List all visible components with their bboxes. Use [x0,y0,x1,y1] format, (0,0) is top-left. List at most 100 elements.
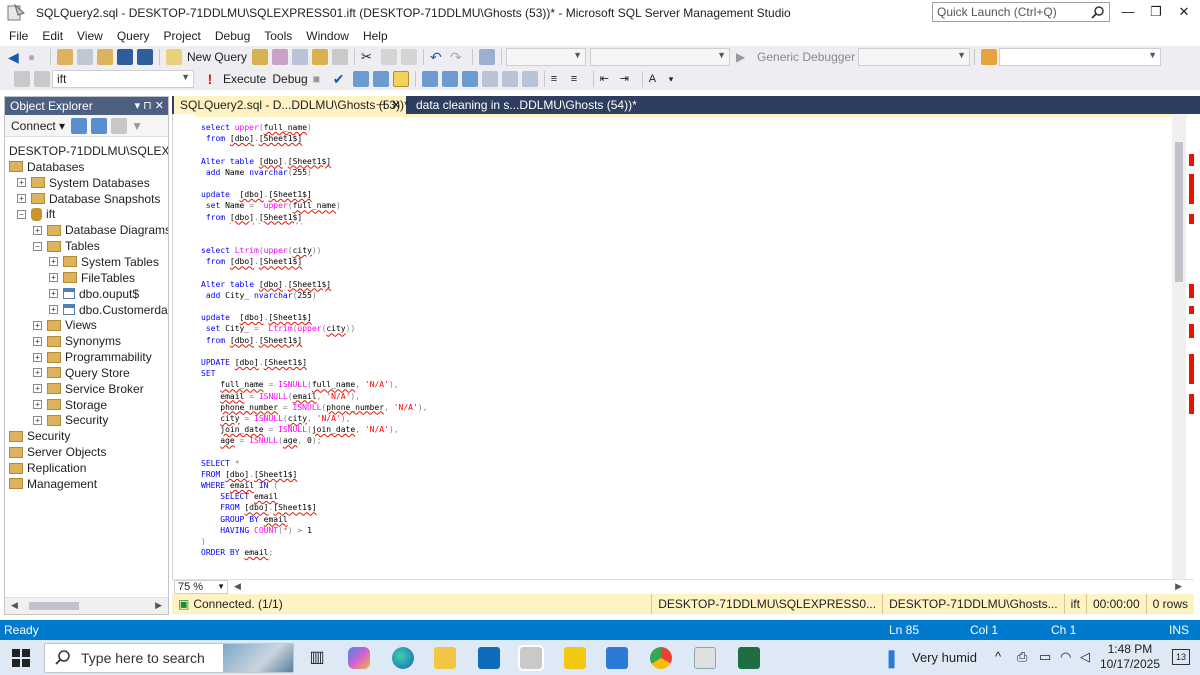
tree-node[interactable]: + Synonyms [33,333,121,349]
play-icon[interactable]: ▶ [736,49,752,65]
code-line[interactable] [201,234,427,245]
tree-node[interactable]: Management [9,476,97,492]
display-plan-icon[interactable] [352,71,369,87]
chevron-up-icon[interactable]: ^ [995,649,1001,664]
tree-node[interactable]: + Security [33,412,108,428]
menu-file[interactable]: File [4,26,37,46]
collapse-icon[interactable]: − [33,241,42,251]
stop-icon[interactable] [111,117,128,134]
scrollbar-thumb[interactable] [29,602,79,610]
code-line[interactable]: add City_ nvarchar(255) add City_ nvarch… [201,290,427,301]
code-line[interactable]: from [dbo].[Sheet1$] from [dbo].[Sheet1$… [201,212,427,223]
code-line[interactable]: update [dbo].[Sheet1$]update [dbo].[Shee… [201,189,427,200]
scrollbar-thumb[interactable] [1175,142,1183,282]
increase-indent-icon[interactable]: ⇥ [620,71,636,87]
available-databases-dropdown[interactable]: ift ▼ [52,70,194,88]
forward-icon[interactable]: ● [28,49,44,65]
expand-icon[interactable]: + [33,352,42,362]
code-line[interactable]: select upper(full_name)select upper(full… [201,122,427,133]
code-line[interactable]: from [dbo].[Sheet1$] from [dbo].[Sheet1$… [201,256,427,267]
code-line[interactable]: SETSET [201,368,427,379]
tree-node[interactable]: Databases [9,159,84,175]
code-line[interactable]: add Name nvarchar(255) add Name nvarchar… [201,167,427,178]
new-query-button[interactable]: New Query [187,50,247,64]
new-query-icon[interactable] [166,49,182,65]
toolbar-options-icon[interactable]: ▾ [669,71,685,87]
close-button[interactable]: ✕ [1170,2,1198,22]
find-combo[interactable]: ▼ [999,48,1162,66]
file-explorer-icon[interactable] [434,647,456,669]
expand-icon[interactable]: + [33,384,42,394]
excel-icon[interactable] [738,647,760,669]
battery-icon[interactable]: ▭ [1039,649,1051,665]
code-line[interactable]: SELECT email SELECT email [201,491,427,502]
paste-icon[interactable] [401,49,418,65]
code-line[interactable] [201,346,427,357]
code-line[interactable] [201,301,427,312]
maximize-button[interactable]: ❐ [1142,2,1170,22]
cancel-query-icon[interactable]: ■ [313,71,329,87]
code-area[interactable]: select upper(full_name)select upper(full… [201,122,427,558]
expand-icon[interactable]: + [33,336,42,346]
new-file-icon[interactable] [77,49,93,65]
code-line[interactable]: city = ISNULL(city, 'N/A'), city = ISNUL… [201,413,427,424]
code-line[interactable] [201,178,427,189]
code-line[interactable]: FROM [dbo].[Sheet1$]FROM [dbo].[Sheet1$] [201,469,427,480]
code-line[interactable]: ORDER BY email;ORDER BY email; [201,547,427,558]
change-connection-icon[interactable] [34,71,50,87]
menu-query[interactable]: Query [112,26,159,46]
code-line[interactable]: age = ISNULL(age, 0); age = ISNULL(age, … [201,435,427,446]
connect-engine-icon[interactable] [71,117,88,134]
expand-icon[interactable]: + [17,178,26,188]
tree-node[interactable]: + Service Broker [33,381,144,397]
find-in-files-icon[interactable] [981,49,998,65]
horizontal-scrollbar[interactable]: ◀ ▶ [5,597,168,614]
vscode-icon[interactable] [606,647,628,669]
tree-node[interactable]: + Database Diagrams [33,222,168,238]
results-grid-icon[interactable] [521,71,538,87]
weather-text[interactable]: Very humid [912,650,977,665]
new-project-icon[interactable] [57,49,73,65]
save-icon[interactable] [117,49,133,65]
query-designer-icon[interactable] [372,71,389,87]
collapse-icon[interactable]: − [17,209,26,219]
close-tab-icon[interactable]: ✕ [391,96,401,114]
solution-platform-dropdown[interactable]: ▼ [590,48,731,66]
tree-node[interactable]: Server Objects [9,444,106,460]
code-line[interactable] [201,267,427,278]
code-line[interactable]: WHERE email IN (WHERE email IN ( [201,480,427,491]
error-marker[interactable] [1189,306,1194,314]
ssms-taskbar-icon[interactable] [518,645,544,671]
tree-node[interactable]: + FileTables [49,270,135,286]
tree-node[interactable]: Security [9,428,70,444]
expand-icon[interactable]: + [33,368,42,378]
filter-icon[interactable]: ▼ [131,118,147,134]
uncomment-icon[interactable]: ≡ [571,71,587,87]
client-stats-icon[interactable] [461,71,478,87]
execute-icon[interactable]: ! [202,71,218,87]
menu-debug[interactable]: Debug [210,26,259,46]
scroll-right-icon[interactable]: ▶ [155,600,162,611]
save-all-icon[interactable] [137,49,153,65]
solution-config-dropdown[interactable]: ▼ [506,48,587,66]
menu-project[interactable]: Project [159,26,210,46]
notifications-icon[interactable]: 13 [1172,649,1190,665]
debug-target-dropdown[interactable]: ▼ [858,48,971,66]
cut-icon[interactable]: ✂ [361,49,377,65]
tree-node[interactable]: + Storage [33,397,107,413]
expand-icon[interactable]: + [49,305,58,314]
code-line[interactable]: set Name = upper(full_name) set Name = u… [201,200,427,211]
minimize-button[interactable]: — [1114,2,1142,22]
parse-icon[interactable]: ✔ [333,71,349,87]
code-line[interactable]: UPDATE [dbo].[Sheet1$]UPDATE [dbo].[Shee… [201,357,427,368]
code-line[interactable]: set City_ = Ltrim(upper(city)) set City_… [201,323,427,334]
power-bi-icon[interactable] [564,647,586,669]
quick-launch-input[interactable]: Quick Launch (Ctrl+Q) [932,2,1110,22]
copilot-icon[interactable] [348,647,370,669]
comment-icon[interactable]: ≡ [551,71,567,87]
include-plan-icon[interactable] [421,71,438,87]
code-line[interactable] [201,446,427,457]
wifi-icon[interactable]: ◠ [1060,649,1071,665]
menu-tools[interactable]: Tools [259,26,301,46]
disconnect-icon[interactable] [91,117,108,134]
